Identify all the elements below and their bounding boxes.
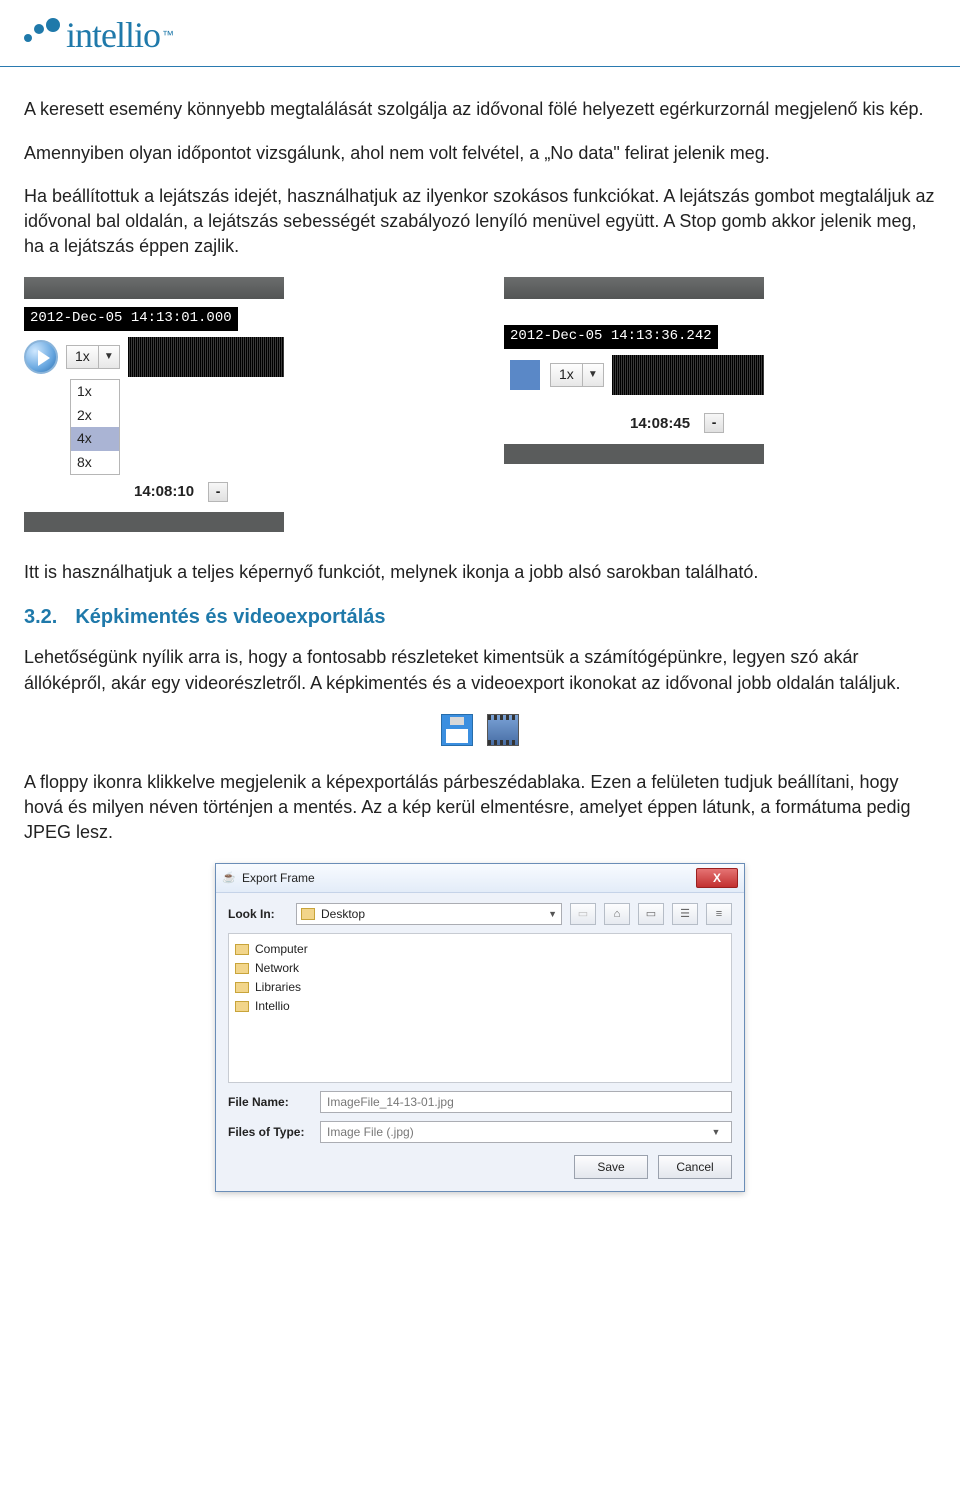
java-icon: ☕ <box>222 871 236 885</box>
speed-option-8x[interactable]: 8x <box>71 451 119 475</box>
trademark: ™ <box>162 27 174 44</box>
export-frame-dialog: ☕ Export Frame X Look In: Desktop ▼ ▭ ⌂ … <box>215 863 745 1192</box>
brand-name: intellio <box>66 10 160 60</box>
paragraph-5: Lehetőségünk nyílik arra is, hogy a font… <box>24 645 936 695</box>
filetype-label: Files of Type: <box>228 1124 314 1141</box>
paragraph-2: Amennyiben olyan időpontot vizsgálunk, a… <box>24 141 936 166</box>
stop-button[interactable] <box>510 360 540 390</box>
timestamp-overlay: 2012-Dec-05 14:13:01.000 <box>24 307 238 331</box>
filename-value: ImageFile_14-13-01.jpg <box>327 1094 454 1111</box>
chevron-down-icon: ▼ <box>583 368 603 382</box>
export-icons <box>24 714 936 746</box>
minus-button[interactable]: - <box>704 413 724 433</box>
folder-icon <box>235 944 249 955</box>
time-label: 14:08:10 <box>134 481 194 502</box>
filename-label: File Name: <box>228 1094 314 1111</box>
speed-option-2x[interactable]: 2x <box>71 404 119 428</box>
speed-value: 1x <box>67 345 99 369</box>
folder-label: Intellio <box>255 998 290 1015</box>
save-button[interactable]: Save <box>574 1155 648 1179</box>
time-label: 14:08:45 <box>630 413 690 434</box>
chevron-down-icon: ▼ <box>548 908 557 921</box>
filename-input[interactable]: ImageFile_14-13-01.jpg <box>320 1091 732 1113</box>
folder-icon <box>235 963 249 974</box>
speed-dropdown[interactable]: 1x ▼ <box>66 345 120 369</box>
folder-item-libraries[interactable]: Libraries <box>235 978 725 997</box>
minus-button[interactable]: - <box>208 482 228 502</box>
paragraph-6: A floppy ikonra klikkelve megjelenik a k… <box>24 770 936 846</box>
folder-item-computer[interactable]: Computer <box>235 940 725 959</box>
paragraph-1: A keresett esemény könnyebb megtalálását… <box>24 97 936 122</box>
folder-icon <box>301 908 315 920</box>
page-body: A keresett esemény könnyebb megtalálását… <box>0 97 960 1232</box>
page-header: intellio ™ <box>0 0 960 67</box>
timeline-thumbnail <box>612 355 764 395</box>
folder-label: Libraries <box>255 979 301 996</box>
lookin-value: Desktop <box>321 906 365 923</box>
folder-label: Network <box>255 960 299 977</box>
lookin-label: Look In: <box>228 906 288 923</box>
preview-strip <box>504 277 764 299</box>
folder-icon <box>235 982 249 993</box>
close-button[interactable]: X <box>696 868 738 888</box>
dialog-title: Export Frame <box>242 870 315 887</box>
timeline-panels: 2012-Dec-05 14:13:01.000 1x ▼ 1x 2x 4x 8… <box>24 277 936 532</box>
timestamp-overlay: 2012-Dec-05 14:13:36.242 <box>504 325 718 349</box>
preview-strip <box>24 277 284 299</box>
section-title: Képkimentés és videoexportálás <box>75 606 385 628</box>
lookin-combobox[interactable]: Desktop ▼ <box>296 903 562 925</box>
folder-icon <box>235 1001 249 1012</box>
paragraph-3: Ha beállítottuk a lejátszás idejét, hasz… <box>24 184 936 260</box>
timeline-bar[interactable] <box>504 444 764 464</box>
folder-listbox[interactable]: Computer Network Libraries Intellio <box>228 933 732 1083</box>
home-button[interactable]: ⌂ <box>604 903 630 925</box>
speed-value: 1x <box>551 363 583 387</box>
chevron-down-icon: ▼ <box>99 350 119 364</box>
cancel-button[interactable]: Cancel <box>658 1155 732 1179</box>
filetype-value: Image File (.jpg) <box>327 1124 414 1141</box>
section-number: 3.2. <box>24 606 57 628</box>
list-view-button[interactable]: ☰ <box>672 903 698 925</box>
up-folder-button[interactable]: ▭ <box>570 903 596 925</box>
chevron-down-icon: ▼ <box>707 1126 725 1139</box>
floppy-save-icon[interactable] <box>441 714 473 746</box>
folder-label: Computer <box>255 941 308 958</box>
timeline-panel-stop: 2012-Dec-05 14:13:36.242 1x ▼ 14:08:45 - <box>504 277 764 532</box>
timeline-bar[interactable] <box>24 512 284 532</box>
filetype-combobox[interactable]: Image File (.jpg) ▼ <box>320 1121 732 1143</box>
logo-dots-icon <box>24 18 68 52</box>
speed-option-4x[interactable]: 4x <box>71 427 119 451</box>
folder-item-intellio[interactable]: Intellio <box>235 997 725 1016</box>
dialog-titlebar[interactable]: ☕ Export Frame X <box>216 864 744 893</box>
film-export-icon[interactable] <box>487 714 519 746</box>
folder-item-network[interactable]: Network <box>235 959 725 978</box>
timeline-thumbnail <box>128 337 284 377</box>
speed-dropdown-open[interactable]: 1x 2x 4x 8x <box>70 379 120 475</box>
speed-dropdown[interactable]: 1x ▼ <box>550 363 604 387</box>
play-button[interactable] <box>24 340 58 374</box>
section-heading: 3.2. Képkimentés és videoexportálás <box>24 603 936 631</box>
details-view-button[interactable]: ≡ <box>706 903 732 925</box>
new-folder-button[interactable]: ▭ <box>638 903 664 925</box>
speed-option-1x[interactable]: 1x <box>71 380 119 404</box>
timeline-panel-play: 2012-Dec-05 14:13:01.000 1x ▼ 1x 2x 4x 8… <box>24 277 284 532</box>
paragraph-4: Itt is használhatjuk a teljes képernyő f… <box>24 560 936 585</box>
